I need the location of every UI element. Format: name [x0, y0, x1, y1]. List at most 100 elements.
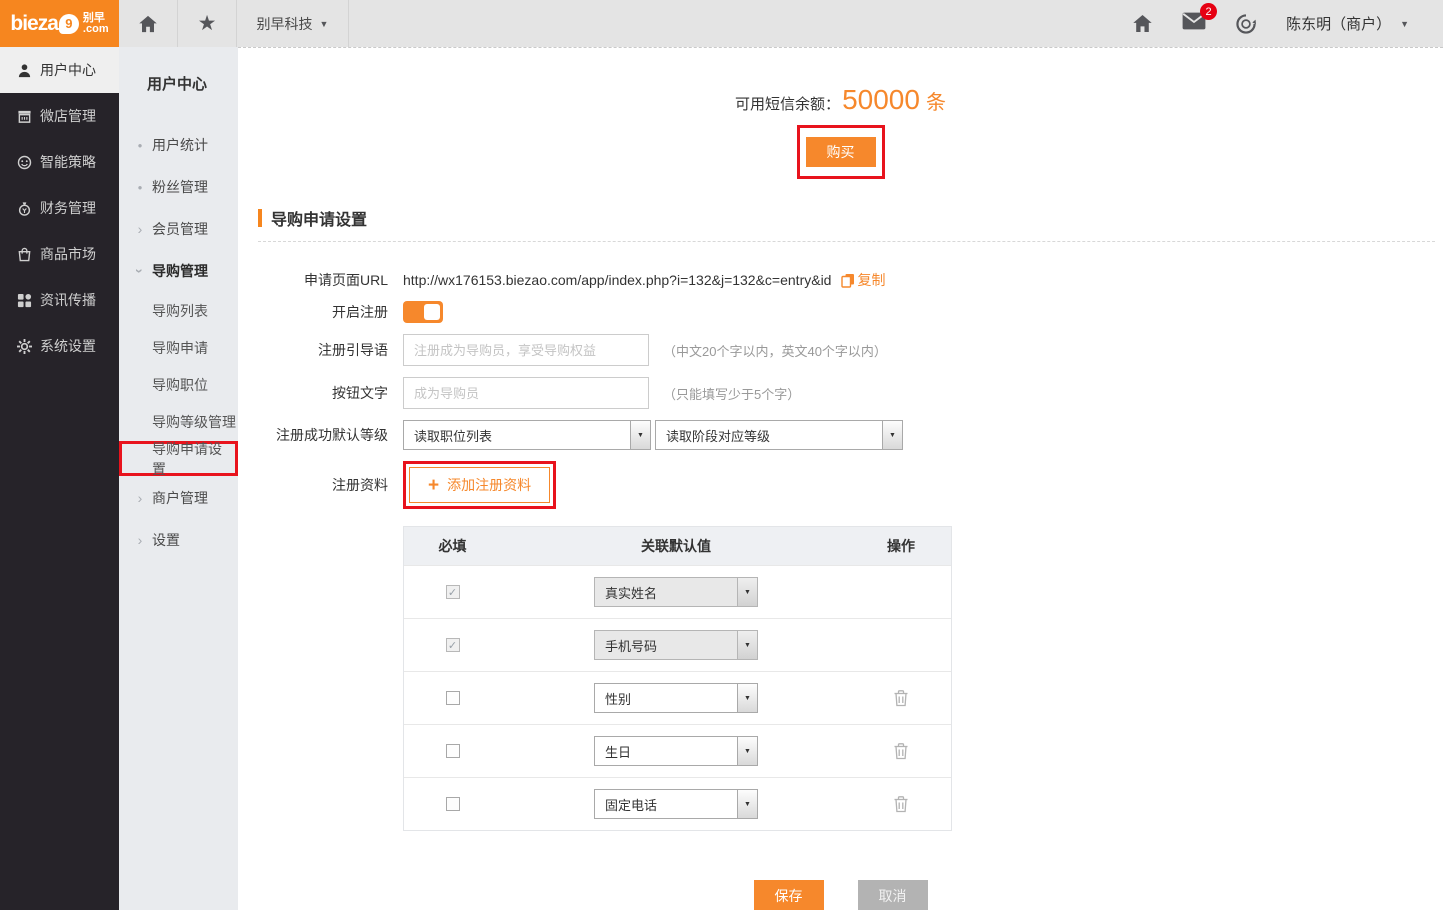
url-label: 申请页面URL	[238, 270, 388, 290]
subnav-item-guide-list[interactable]: 导购列表	[119, 292, 238, 329]
dropdown-arrow-icon: ▼	[737, 737, 757, 765]
sms-balance-label: 可用短信余额：	[735, 93, 840, 114]
sidebar-item-label: 智能策略	[40, 152, 96, 172]
cancel-button[interactable]: 取消	[858, 880, 928, 910]
chevron-down-icon: ▼	[1400, 19, 1409, 29]
field-select-value: 手机号码	[595, 636, 737, 655]
footer-actions: 保存 取消	[238, 880, 1443, 910]
sidebar-item-smart-strategy[interactable]: 智能策略	[0, 139, 119, 185]
company-name: 别早科技	[257, 14, 313, 34]
subnav-item-fans[interactable]: ● 粉丝管理	[119, 166, 238, 208]
table-row: ✓ 手机号码 ▼	[404, 618, 951, 671]
level-select-value: 读取阶段对应等级	[656, 426, 882, 445]
delete-row-button[interactable]	[893, 795, 909, 813]
required-checkbox[interactable]	[446, 691, 460, 705]
required-checkbox-checked: ✓	[446, 638, 460, 652]
button-text-hint: （只能填写少于5个字）	[663, 384, 800, 403]
table-row: 固定电话 ▼	[404, 777, 951, 830]
subnav-item-user-stats[interactable]: ● 用户统计	[119, 124, 238, 166]
logo-com: .com	[83, 24, 109, 35]
save-button[interactable]: 保存	[754, 880, 824, 910]
highlight-box: 导购申请设置	[119, 441, 238, 476]
form-row-register-info: 注册资料 + 添加注册资料	[238, 461, 1443, 509]
check-icon: ✓	[448, 639, 457, 652]
company-dropdown[interactable]: 别早科技 ▼	[237, 0, 349, 47]
brand-logo[interactable]: bieza 9 别早 .com	[0, 0, 119, 47]
sidebar-item-news[interactable]: 资讯传播	[0, 277, 119, 323]
buy-button[interactable]: 购买	[806, 137, 876, 167]
delete-row-button[interactable]	[893, 742, 909, 760]
subnav-item-guide-apply-settings[interactable]: 导购申请设置	[122, 444, 235, 473]
sidebar-item-goods-market[interactable]: 商品市场	[0, 231, 119, 277]
add-register-info-button[interactable]: + 添加注册资料	[409, 467, 550, 503]
subnav-item-label: 导购等级管理	[152, 412, 236, 432]
table-row: 性别 ▼	[404, 671, 951, 724]
sidebar-item-label: 用户中心	[40, 60, 96, 80]
required-checkbox[interactable]	[446, 797, 460, 811]
messages-button[interactable]: 2	[1182, 12, 1206, 35]
table-row: 生日 ▼	[404, 724, 951, 777]
field-select[interactable]: 固定电话 ▼	[594, 789, 758, 819]
sidebar-item-system-settings[interactable]: 系统设置	[0, 323, 119, 369]
form-row-guide-text: 注册引导语 （中文20个字以内，英文40个字以内）	[238, 334, 1443, 366]
logo-cn: 别早	[83, 13, 109, 24]
apply-page-url: http://wx176153.biezao.com/app/index.php…	[403, 272, 831, 288]
smiley-icon	[17, 155, 32, 170]
subnav-item-merchant-management[interactable]: › 商户管理	[119, 477, 238, 519]
chevron-right-icon: ›	[134, 491, 146, 505]
subnav-item-label: 会员管理	[152, 219, 208, 239]
copy-label: 复制	[857, 270, 885, 290]
home-icon[interactable]	[1132, 13, 1153, 34]
subnav-item-label: 导购管理	[152, 261, 208, 281]
page-title: 导购申请设置	[271, 206, 367, 230]
field-select-value: 真实姓名	[595, 583, 737, 602]
field-select[interactable]: 性别 ▼	[594, 683, 758, 713]
register-info-label: 注册资料	[238, 475, 388, 495]
favorites-button[interactable]: ★	[178, 0, 237, 47]
topbar: bieza 9 别早 .com ★ 别早科技 ▼ 2 陈东明（商户） ▼	[0, 0, 1443, 47]
subnav-item-members[interactable]: › 会员管理	[119, 208, 238, 250]
subnav-item-label: 粉丝管理	[152, 177, 208, 197]
level-select[interactable]: 读取阶段对应等级 ▼	[655, 420, 903, 450]
primary-sidebar: 用户中心 微店管理 智能策略 财务管理 商品市场 资讯传播 系统设置	[0, 47, 119, 910]
trash-icon	[893, 795, 909, 813]
subnav-item-label: 商户管理	[152, 488, 208, 508]
register-toggle[interactable]	[403, 301, 443, 323]
field-select-value: 固定电话	[595, 795, 737, 814]
subnav-item-guide-level[interactable]: 导购等级管理	[119, 403, 238, 440]
subnav-item-label: 导购列表	[152, 301, 208, 321]
default-level-label: 注册成功默认等级	[238, 425, 388, 445]
chevron-right-icon: ›	[134, 533, 146, 547]
form-row-default-level: 注册成功默认等级 读取职位列表 ▼ 读取阶段对应等级 ▼	[238, 420, 1443, 450]
subnav-item-settings[interactable]: › 设置	[119, 519, 238, 561]
toggle-knob	[424, 304, 440, 320]
delete-row-button[interactable]	[893, 689, 909, 707]
logo-bubble-icon: 9	[59, 14, 79, 34]
form-row-url: 申请页面URL http://wx176153.biezao.com/app/i…	[238, 270, 1443, 290]
home-shortcut-button[interactable]	[119, 0, 178, 47]
field-select[interactable]: 生日 ▼	[594, 736, 758, 766]
subnav-item-guide-position[interactable]: 导购职位	[119, 366, 238, 403]
button-text-input[interactable]	[403, 377, 649, 409]
add-register-info-label: 添加注册资料	[447, 475, 531, 495]
trash-icon	[893, 742, 909, 760]
sidebar-item-finance[interactable]: 财务管理	[0, 185, 119, 231]
bullet-icon: ●	[134, 183, 146, 192]
subnav-item-guide-management[interactable]: › 导购管理	[119, 250, 238, 292]
logo-text: bieza	[10, 12, 58, 36]
globe-icon[interactable]	[1235, 13, 1257, 35]
sidebar-item-label: 财务管理	[40, 198, 96, 218]
sidebar-item-micro-store[interactable]: 微店管理	[0, 93, 119, 139]
username: 陈东明（商户）	[1286, 13, 1391, 34]
subnav-item-guide-apply[interactable]: 导购申请	[119, 329, 238, 366]
col-header-required: 必填	[404, 536, 501, 556]
position-select[interactable]: 读取职位列表 ▼	[403, 420, 651, 450]
user-menu[interactable]: 陈东明（商户） ▼	[1286, 13, 1409, 34]
subnav-item-label: 导购申请设置	[152, 439, 235, 479]
plus-icon: +	[428, 476, 439, 495]
check-icon: ✓	[448, 586, 457, 599]
copy-url-button[interactable]: 复制	[841, 270, 885, 290]
sidebar-item-user-center[interactable]: 用户中心	[0, 47, 119, 93]
guide-text-input[interactable]	[403, 334, 649, 366]
required-checkbox[interactable]	[446, 744, 460, 758]
